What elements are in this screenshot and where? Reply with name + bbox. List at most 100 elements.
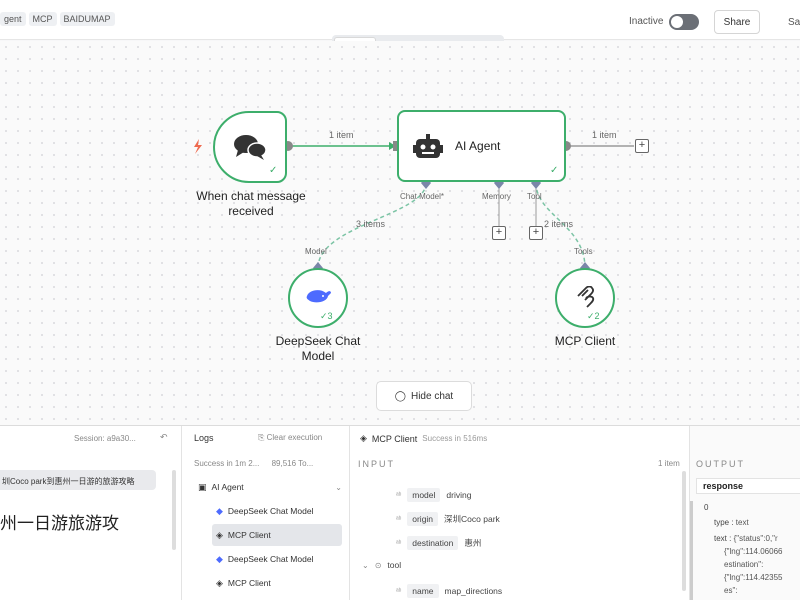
log-item-mcp-client[interactable]: ◈ MCP Client (212, 524, 342, 546)
chat-scrollbar[interactable] (172, 470, 176, 550)
deepseek-label: DeepSeek Chat Model (258, 334, 378, 364)
edge-label-output: 1 item (592, 130, 617, 140)
robot-icon (413, 134, 443, 158)
output-type: type : text (714, 518, 749, 527)
logs-status-text: Success in 1m 2... (194, 459, 260, 468)
toggle-knob (671, 16, 683, 28)
field-key: model (407, 488, 441, 502)
port-label-model: Model (305, 247, 327, 256)
log-item-label: MCP Client (227, 578, 271, 588)
input-field-tool[interactable]: ⌄ ⊙ tool (362, 560, 401, 570)
edge-label-trigger: 1 item (329, 130, 354, 140)
add-memory-button[interactable]: + (492, 226, 506, 240)
workflow-name[interactable]: gent (0, 12, 26, 26)
output-index: 0 (704, 503, 709, 512)
success-check-icon: ✓ (269, 165, 278, 176)
run-count-deepseek: ✓3 (320, 311, 333, 321)
field-key: name (407, 584, 439, 598)
log-item-label: MCP Client (227, 530, 271, 540)
field-value: 惠州 (464, 538, 482, 548)
logs-pane: Logs ⎘ Clear execution Success in 1m 2..… (182, 426, 350, 600)
output-value: {"status":0,"r (733, 534, 778, 543)
input-pane: ◈ MCP Client Success in 516ms INPUT 1 it… (350, 426, 690, 600)
hide-chat-button[interactable]: ◯ Hide chat (376, 381, 472, 411)
success-check-icon: ✓ (550, 165, 559, 176)
top-bar: gent MCP BAIDUMAP Inactive Share Sa (0, 0, 800, 40)
output-value: text (735, 518, 749, 527)
clear-execution-button[interactable]: ⎘ Clear execution (258, 433, 322, 443)
add-node-button[interactable]: + (635, 139, 649, 153)
response-header[interactable]: response (696, 478, 800, 494)
node-mcp-client[interactable]: ✓2 (555, 268, 615, 328)
edge-label-tool: 2 items (544, 219, 574, 229)
input-field-name: ᵃᵇ name map_directions (396, 584, 502, 598)
tag-baidumap[interactable]: BAIDUMAP (59, 12, 115, 26)
input-scrollbar[interactable] (682, 471, 686, 591)
mcp-icon (577, 286, 595, 308)
output-text-line: estination": (724, 560, 764, 569)
chevron-down-icon[interactable]: ⌄ (335, 483, 342, 492)
chat-bubbles-icon (234, 135, 267, 160)
output-text-line: {"lng":114.42355 (724, 573, 783, 582)
output-key: type (714, 518, 730, 527)
log-item-deepseek[interactable]: ◆ DeepSeek Chat Model (212, 548, 342, 570)
port-label-memory: Memory (482, 192, 511, 201)
output-text-line: es": (724, 586, 738, 595)
whale-icon: ◆ (216, 505, 223, 516)
string-type-icon: ᵃᵇ (396, 515, 402, 523)
hide-chat-label: Hide chat (410, 390, 454, 402)
port-label-tool: Tool (527, 192, 542, 201)
chevron-down-icon[interactable]: ⌄ (362, 561, 369, 570)
add-tool-button[interactable]: + (529, 226, 543, 240)
field-value: 深圳Coco park (444, 514, 500, 524)
input-section-title: INPUT (358, 459, 395, 469)
robot-icon: ▣ (198, 481, 207, 492)
node-chat-trigger[interactable]: ✓ (213, 111, 287, 183)
mcp-icon: ◈ (216, 529, 223, 540)
log-item-deepseek[interactable]: ◆ DeepSeek Chat Model (212, 500, 342, 522)
clear-execution-label: Clear execution (266, 433, 323, 442)
reset-session-icon[interactable]: ↶ (160, 432, 168, 443)
share-button[interactable]: Share (714, 10, 760, 34)
workflow-tags: gent MCP BAIDUMAP (0, 12, 115, 26)
agent-title: AI Agent (455, 139, 501, 153)
mcp-icon: ◈ (360, 433, 367, 443)
port-label-chat-model: Chat Model* (400, 192, 445, 201)
chat-pane: Session: a9a30... ↶ 圳Coco park到惠州一日游的旅游攻… (0, 426, 182, 600)
tag-mcp[interactable]: MCP (28, 12, 57, 26)
log-item-mcp-client[interactable]: ◈ MCP Client (212, 572, 342, 594)
node-detail-name: MCP Client (371, 433, 418, 444)
input-field-model: ᵃᵇ model driving (396, 488, 471, 502)
log-item-label: DeepSeek Chat Model (227, 506, 314, 516)
field-key: tool (387, 560, 402, 570)
run-count-value: 3 (327, 311, 333, 321)
output-section-title: OUTPUT (696, 459, 745, 469)
trigger-label-line2: received (228, 204, 274, 218)
node-detail-header: ◈ MCP Client Success in 516ms (360, 433, 487, 444)
run-count-value: 2 (594, 311, 600, 321)
node-deepseek-chat-model[interactable]: ✓3 (288, 268, 348, 328)
bottom-panel: Session: a9a30... ↶ 圳Coco park到惠州一日游的旅游攻… (0, 425, 800, 600)
input-item-count: 1 item (658, 459, 680, 468)
field-value: driving (446, 490, 472, 500)
user-message: 圳Coco park到惠州一日游的旅游攻略 (0, 470, 156, 490)
workflow-canvas[interactable] (0, 41, 800, 425)
field-key: origin (407, 512, 439, 526)
log-item-ai-agent[interactable]: ▣ AI Agent ⌄ (194, 476, 342, 498)
run-count-mcp: ✓2 (587, 311, 600, 321)
save-button[interactable]: Sa (780, 10, 800, 34)
port-label-tools: Tools (574, 247, 593, 256)
output-scrollbar[interactable] (690, 501, 693, 600)
edge-label-model: 3 items (356, 219, 386, 229)
whale-icon (306, 290, 331, 303)
mcp-label: MCP Client (554, 334, 616, 348)
logs-token-count: 89,516 To... (271, 459, 314, 468)
field-value: map_directions (444, 586, 503, 596)
assistant-reply-heading: 州一日游旅游攻 (0, 514, 119, 533)
output-key: text (714, 534, 727, 543)
object-type-icon: ⊙ (374, 560, 382, 570)
active-toggle[interactable] (669, 14, 699, 30)
node-success-time: Success in 516ms (422, 434, 488, 443)
output-text: text : {"status":0,"r (714, 534, 778, 543)
logs-title: Logs (194, 433, 214, 443)
